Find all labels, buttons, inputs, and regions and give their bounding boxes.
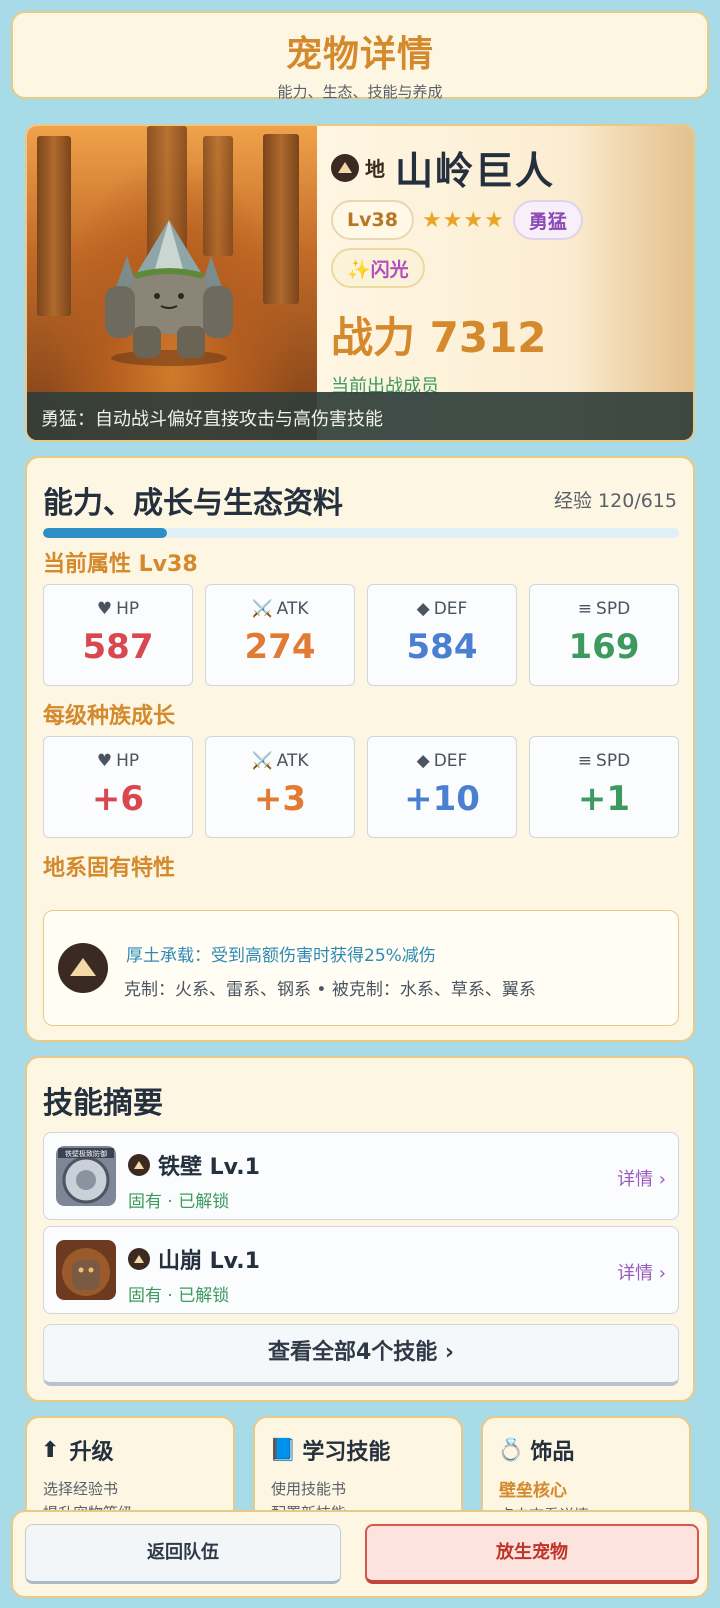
growth-stats-title: 每级种族成长 xyxy=(43,704,176,729)
landslide-skill-icon xyxy=(56,1240,116,1300)
earth-element-icon xyxy=(58,943,108,993)
speed-lines-icon: ≡ xyxy=(577,599,593,619)
shiny-badge: ✨闪光 xyxy=(331,248,425,288)
skill-name: 铁壁 Lv.1 xyxy=(158,1155,260,1180)
heart-icon: ♥ xyxy=(96,751,113,771)
tag-row: Lv38 ★★★★ 勇猛 xyxy=(331,200,583,240)
iron-wall-skill-icon: 铁壁极致防御 xyxy=(56,1146,116,1206)
skill-status: 固有 · 已解锁 xyxy=(128,1286,230,1306)
heart-icon: ♥ xyxy=(96,599,113,619)
page-header: 宠物详情 能力、生态、技能与养成 xyxy=(11,11,709,101)
current-stats-title: 当前属性 Lv38 xyxy=(43,552,198,577)
swords-icon: ⚔️ xyxy=(251,751,273,771)
trait-box: 厚土承载：受到高额伤害时获得25%减伤 克制：火系、雷系、钢系 • 被克制：水系… xyxy=(43,910,679,1026)
element-label: 地 xyxy=(365,157,385,181)
pet-name: 山岭巨人 xyxy=(395,149,556,193)
golem-illustration xyxy=(105,220,233,366)
accessory-name: 壁垒核心 xyxy=(499,1481,567,1501)
skill-detail-link[interactable]: 详情 › xyxy=(617,1165,666,1191)
skill-status: 固有 · 已解锁 xyxy=(128,1192,230,1212)
earth-element-icon xyxy=(128,1248,150,1270)
exp-text: 经验 120/615 xyxy=(554,490,677,512)
swords-icon: ⚔️ xyxy=(251,599,273,619)
growth-value-hp: +6 xyxy=(91,779,145,819)
back-to-team-button[interactable]: 返回队伍 xyxy=(25,1524,341,1584)
diamond-icon: ◆ xyxy=(416,751,430,771)
ring-icon: 💍 xyxy=(497,1437,525,1463)
page-title: 宠物详情 xyxy=(285,34,434,75)
skill-row[interactable]: 山崩 Lv.1 固有 · 已解锁 详情 › xyxy=(43,1226,679,1314)
element-row: 地 山岭巨人 xyxy=(331,140,555,195)
upgrade-line-1: 选择经验书 xyxy=(43,1480,119,1498)
combat-power: 战力 7312 xyxy=(331,313,547,362)
upgrade-title: 升级 xyxy=(69,1440,114,1465)
stat-card-spd: ≡ SPD 169 xyxy=(529,584,679,686)
learn-title: 学习技能 xyxy=(302,1440,391,1465)
skill-detail-link[interactable]: 详情 › xyxy=(617,1259,666,1285)
growth-value-atk: +3 xyxy=(253,779,307,819)
release-pet-button[interactable]: 放生宠物 xyxy=(365,1524,699,1584)
exp-progress-fill xyxy=(43,528,168,538)
earth-element-icon xyxy=(331,153,359,182)
type-relations: 克制：火系、雷系、钢系 • 被克制：水系、草系、翼系 xyxy=(124,980,536,1000)
stat-value-def: 584 xyxy=(406,627,478,667)
stat-card-hp: ♥ HP 587 xyxy=(43,584,193,686)
stat-card-atk: ⚔️ ATK 274 xyxy=(205,584,355,686)
growth-card-hp: ♥ HP +6 xyxy=(43,736,193,838)
exp-progress-bar xyxy=(43,528,679,538)
learn-line-1: 使用技能书 xyxy=(271,1480,347,1498)
bottom-action-bar: 返回队伍 放生宠物 xyxy=(11,1510,709,1598)
book-icon: 📘 xyxy=(269,1437,297,1463)
pet-hero-card: 地 山岭巨人 Lv38 ★★★★ 勇猛 ✨闪光 战力 7312 当前出战成员 勇… xyxy=(25,124,695,442)
up-arrow-icon: ⬆ xyxy=(41,1437,60,1463)
page-subtitle: 能力、生态、技能与养成 xyxy=(277,83,443,101)
temperament-badge: 勇猛 xyxy=(512,200,583,240)
speed-lines-icon: ≡ xyxy=(577,751,593,771)
skills-title: 技能摘要 xyxy=(43,1086,163,1121)
temperament-description: 勇猛：自动战斗偏好直接攻击与高伤害技能 xyxy=(27,392,693,440)
trait-title: 地系固有特性 xyxy=(43,856,176,881)
growth-card-spd: ≡ SPD +1 xyxy=(529,736,679,838)
profile-title: 能力、成长与生态资料 xyxy=(43,486,343,521)
growth-card-atk: ⚔️ ATK +3 xyxy=(205,736,355,838)
skill-row[interactable]: 铁壁极致防御 铁壁 Lv.1 固有 · 已解锁 详情 › xyxy=(43,1132,679,1220)
growth-stats-grid: ♥ HP +6 ⚔️ ATK +3 ◆ DEF +10 ≡ SPD +1 xyxy=(43,736,679,838)
earth-element-icon xyxy=(128,1154,150,1176)
growth-value-def: +10 xyxy=(404,779,480,819)
current-stats-grid: ♥ HP 587 ⚔️ ATK 274 ◆ DEF 584 ≡ SPD 169 xyxy=(43,584,679,686)
accessory-title: 饰品 xyxy=(530,1440,575,1465)
profile-panel: 能力、成长与生态资料 经验 120/615 当前属性 Lv38 ♥ HP 587 … xyxy=(25,456,695,1042)
diamond-icon: ◆ xyxy=(416,599,430,619)
star-rating: ★★★★ xyxy=(421,207,505,233)
level-badge: Lv38 xyxy=(331,200,414,240)
view-all-skills-button[interactable]: 查看全部4个技能 › xyxy=(43,1324,679,1386)
trait-description: 厚土承载：受到高额伤害时获得25%减伤 xyxy=(126,946,436,966)
stat-value-hp: 587 xyxy=(82,627,154,667)
skills-panel: 技能摘要 铁壁极致防御 铁壁 Lv.1 固有 · 已解锁 详情 › 山崩 Lv.… xyxy=(25,1056,695,1402)
stat-value-atk: 274 xyxy=(244,627,316,667)
growth-value-spd: +1 xyxy=(577,779,631,819)
growth-card-def: ◆ DEF +10 xyxy=(367,736,517,838)
stat-card-def: ◆ DEF 584 xyxy=(367,584,517,686)
skill-name: 山崩 Lv.1 xyxy=(158,1249,260,1274)
stat-value-spd: 169 xyxy=(568,627,640,667)
skill-icon-caption: 铁壁极致防御 xyxy=(65,1149,107,1158)
